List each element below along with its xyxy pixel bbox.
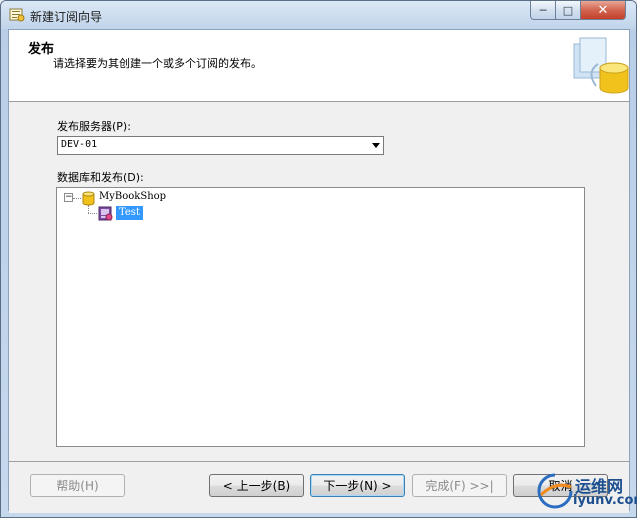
next-button[interactable]: 下一步(N) > <box>310 474 405 497</box>
minimize-button[interactable]: ─ <box>530 1 556 20</box>
watermark-url: iyunv.com <box>573 493 637 508</box>
publication-icon <box>98 206 113 221</box>
dropdown-arrow-icon[interactable] <box>372 143 380 148</box>
close-icon: ✕ <box>597 2 609 18</box>
site-watermark: 运维网 iyunv.com <box>533 469 637 515</box>
maximize-icon: □ <box>562 3 574 17</box>
database-icon <box>82 191 95 206</box>
tree-line <box>88 213 97 214</box>
tree-line <box>73 198 81 199</box>
publisher-dropdown[interactable]: DEV-01 <box>57 136 384 155</box>
minimize-icon: ─ <box>539 3 547 17</box>
page-title: 发布 <box>28 42 55 57</box>
page-description: 请选择要为其创建一个或多个订阅的发布。 <box>53 57 262 70</box>
help-button[interactable]: 帮助(H) <box>30 474 125 497</box>
collapse-icon[interactable]: − <box>64 193 73 202</box>
maximize-button[interactable]: □ <box>556 1 581 20</box>
close-button[interactable]: ✕ <box>581 1 626 20</box>
wizard-app-icon <box>9 8 25 22</box>
wizard-header: 发布 请选择要为其创建一个或多个订阅的发布。 <box>9 30 629 102</box>
watermark-logo-icon <box>537 473 573 509</box>
finish-button[interactable]: 完成(F) >>| <box>412 474 507 497</box>
wizard-window: 新建订阅向导 ─ □ ✕ 发布 请选择要为其创建一个或多个订阅的发布。 发布服务… <box>0 0 637 518</box>
title-bar[interactable]: 新建订阅向导 ─ □ ✕ <box>1 1 636 29</box>
window-title: 新建订阅向导 <box>30 10 103 24</box>
tree-line <box>88 205 89 213</box>
databases-label: 数据库和发布(D): <box>57 171 144 184</box>
publisher-value: DEV-01 <box>61 139 98 150</box>
tree-item-database[interactable]: MyBookShop <box>99 191 166 202</box>
publication-graphic-icon <box>573 37 629 94</box>
wizard-client-area: 发布 请选择要为其创建一个或多个订阅的发布。 发布服务器(P): DEV-01 … <box>8 29 630 513</box>
tree-item-publication[interactable]: Test <box>116 206 143 220</box>
back-button[interactable]: < 上一步(B) <box>209 474 304 497</box>
publisher-label: 发布服务器(P): <box>57 120 131 133</box>
database-publication-tree[interactable]: − MyBookShop Test <box>56 187 585 447</box>
